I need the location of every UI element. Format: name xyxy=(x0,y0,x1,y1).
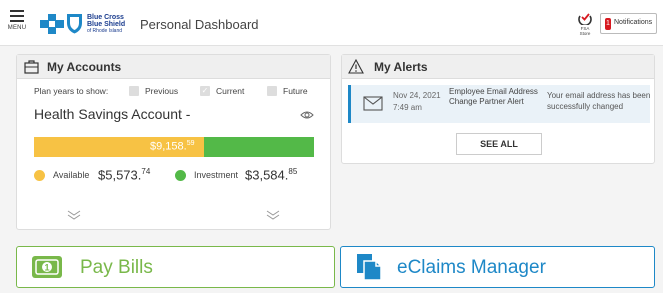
future-label: Future xyxy=(283,86,308,96)
logo-line-2: Blue Shield xyxy=(87,21,126,28)
pay-bills-tile[interactable]: 1 Pay Bills xyxy=(16,246,335,288)
balance-bar: $9,158.59 xyxy=(34,137,314,157)
chevron-down-icon[interactable] xyxy=(67,210,81,220)
available-legend: Available $5,573.74 xyxy=(34,167,164,184)
available-amount: $5,573.74 xyxy=(98,167,150,182)
alert-item[interactable]: Nov 24, 2021 7:49 am Employee Email Addr… xyxy=(348,85,650,123)
investment-amount-cents: 85 xyxy=(288,167,298,176)
fsa-store-label: FSA Store xyxy=(579,26,591,36)
top-header: MENU Blue Cross Blue Shield of Rhode Isl… xyxy=(0,0,663,46)
my-alerts-header: My Alerts xyxy=(342,55,654,79)
previous-label: Previous xyxy=(145,86,179,96)
notifications-button[interactable]: 1 Notifications xyxy=(600,13,657,34)
logo-line-1: Blue Cross xyxy=(87,14,124,21)
chevron-down-icon[interactable] xyxy=(266,210,280,220)
plan-years-row: Plan years to show: Previous ✓ Current F… xyxy=(34,86,329,100)
available-amount-main: $5,573. xyxy=(98,167,142,183)
bcbs-logo[interactable]: Blue Cross Blue Shield of Rhode Island xyxy=(40,12,126,36)
alert-date: Nov 24, 2021 xyxy=(393,91,441,100)
briefcase-icon xyxy=(24,60,39,74)
notifications-label: Notifications xyxy=(614,19,653,26)
eclaims-manager-tile[interactable]: eClaims Manager xyxy=(340,246,655,288)
previous-checkbox[interactable] xyxy=(129,86,139,96)
account-name: Health Savings Account - xyxy=(34,106,191,122)
alert-subject: Employee Email Address Change Partner Al… xyxy=(449,87,538,106)
svg-text:1: 1 xyxy=(44,263,49,273)
investment-dot xyxy=(175,170,186,181)
future-checkbox[interactable] xyxy=(267,86,277,96)
available-amount-cents: 74 xyxy=(141,167,151,176)
alert-time: 7:49 am xyxy=(393,103,422,112)
money-icon: 1 xyxy=(32,256,62,278)
current-label: Current xyxy=(216,86,245,96)
investment-bar-segment xyxy=(204,137,314,157)
alert-message: Your email address has been successfully… xyxy=(547,91,651,111)
plan-years-label: Plan years to show: xyxy=(34,86,109,96)
eye-icon[interactable] xyxy=(300,110,314,120)
warning-icon xyxy=(348,59,364,74)
cross-icon xyxy=(40,14,64,34)
available-dot xyxy=(34,170,45,181)
pay-bills-label: Pay Bills xyxy=(80,257,153,278)
my-accounts-header: My Accounts xyxy=(17,55,330,79)
my-alerts-title: My Alerts xyxy=(374,60,428,74)
document-icon xyxy=(357,254,382,281)
menu-button[interactable]: MENU xyxy=(6,7,28,39)
alert-timestamp: Nov 24, 2021 7:49 am xyxy=(393,90,441,114)
eclaims-manager-label: eClaims Manager xyxy=(397,257,546,278)
notification-count-badge: 1 xyxy=(605,18,611,30)
investment-amount-main: $3,584. xyxy=(245,167,289,183)
shield-icon xyxy=(67,14,82,34)
investment-legend: Investment $3,584.85 xyxy=(175,167,315,184)
menu-label: MENU xyxy=(7,25,27,31)
my-accounts-title: My Accounts xyxy=(47,60,122,74)
fsa-store-button[interactable]: FSA Store xyxy=(575,11,595,37)
total-balance-cents: 59 xyxy=(186,140,195,147)
envelope-icon xyxy=(363,96,383,111)
investment-label: Investment xyxy=(194,170,239,180)
investment-amount: $3,584.85 xyxy=(245,167,297,182)
page-title: Personal Dashboard xyxy=(140,17,259,32)
total-balance: $9,158.59 xyxy=(150,140,195,153)
my-alerts-card: My Alerts Nov 24, 2021 7:49 am Employee … xyxy=(341,54,655,164)
fsa-store-icon xyxy=(578,13,592,25)
current-checkbox[interactable]: ✓ xyxy=(200,86,210,96)
see-all-button[interactable]: SEE ALL xyxy=(456,133,542,155)
total-balance-main: $9,158. xyxy=(150,140,187,153)
logo-line-3: of Rhode Island xyxy=(87,28,123,34)
menu-icon xyxy=(10,10,24,22)
available-label: Available xyxy=(53,170,90,180)
